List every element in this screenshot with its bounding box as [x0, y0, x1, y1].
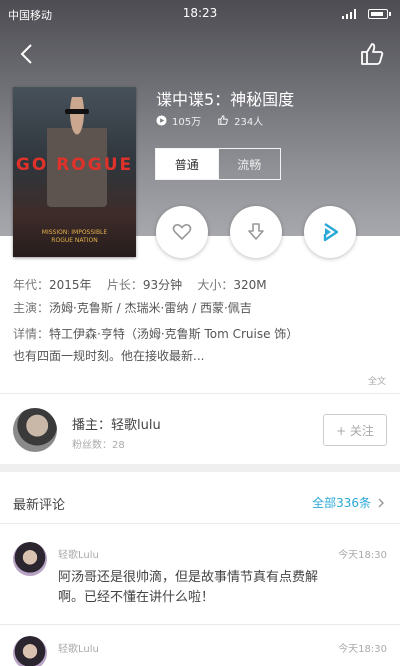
- comments-title: 最新评论: [13, 498, 66, 513]
- commenter-name: 轻歌Lulu: [58, 644, 99, 655]
- cast-row: 主演：汤姆·克鲁斯 / 杰瑞米·雷纳 / 西蒙·佩吉: [13, 301, 252, 315]
- download-button[interactable]: [230, 206, 282, 258]
- clock: 18:23: [182, 6, 218, 20]
- comment-time: 今天18:30: [338, 644, 387, 655]
- status-bar: 中国移动 18:23: [0, 0, 400, 26]
- poster-subtitle: MISSION: IMPOSSIBLE ROGUE NATION: [41, 229, 108, 244]
- commenter-avatar[interactable]: [13, 542, 47, 576]
- movie-title: 谍中谍5：神秘国度: [156, 90, 295, 109]
- thumbs-up-icon: [361, 43, 384, 65]
- play-icon: [323, 223, 339, 242]
- play-count: 105万: [172, 116, 202, 128]
- back-button[interactable]: [14, 40, 42, 68]
- comment-time: 今天18:30: [338, 550, 387, 561]
- synopsis: 详情：特工伊森·亨特（汤姆·克鲁斯 Tom Cruise 饰） 也有四面一规时刻…: [13, 323, 388, 367]
- quality-selector: 普通 流畅: [155, 148, 281, 180]
- chevron-right-icon: [378, 498, 384, 507]
- streamer-avatar[interactable]: [13, 408, 57, 452]
- streamer-fans: 粉丝数：28: [72, 440, 125, 451]
- signal-icon: [342, 9, 358, 19]
- like-button[interactable]: [358, 40, 386, 68]
- download-icon: [248, 223, 264, 240]
- play-button[interactable]: [304, 206, 356, 258]
- synopsis-line-2: 也有四面一规时刻。他在接收最新...: [13, 349, 205, 363]
- comment-text: 阿汤哥还是很帅滴，但是故事情节真有点费解 啊。已经不懂在讲什么啦！: [58, 570, 319, 605]
- movie-meta: 105万 234人: [156, 112, 279, 128]
- length-value: 93分钟: [142, 278, 183, 292]
- favorite-button[interactable]: [156, 206, 208, 258]
- chevron-left-icon: [20, 44, 32, 64]
- battery-icon: [368, 9, 391, 19]
- size-value: 320M: [233, 278, 267, 292]
- quality-option-smooth[interactable]: 流畅: [217, 149, 281, 179]
- movie-specs: 年代：2015年 片长：93分钟 大小：320M: [13, 278, 267, 292]
- like-count: 234人: [234, 116, 264, 128]
- quality-option-normal[interactable]: 普通: [156, 149, 218, 179]
- movie-poster[interactable]: GO ROGUE MISSION: IMPOSSIBLE ROGUE NATIO…: [13, 87, 136, 257]
- streamer-name: 播主：轻歌lulu: [72, 418, 161, 433]
- all-comments-link[interactable]: 全部336条: [312, 494, 387, 511]
- commenter-avatar[interactable]: [13, 636, 47, 666]
- thumbs-up-icon: [218, 115, 228, 125]
- read-more-link[interactable]: 全文: [368, 374, 386, 387]
- commenter-name: 轻歌Lulu: [58, 550, 99, 561]
- cast-value: 汤姆·克鲁斯 / 杰瑞米·雷纳 / 西蒙·佩吉: [49, 301, 252, 315]
- follow-button[interactable]: + 关注: [323, 414, 387, 446]
- play-count-icon: [156, 114, 167, 126]
- year-value: 2015年: [49, 278, 92, 292]
- synopsis-line-1: 特工伊森·亨特（汤姆·克鲁斯 Tom Cruise 饰）: [49, 327, 299, 341]
- heart-icon: [172, 224, 192, 241]
- poster-title: GO ROGUE: [15, 155, 134, 175]
